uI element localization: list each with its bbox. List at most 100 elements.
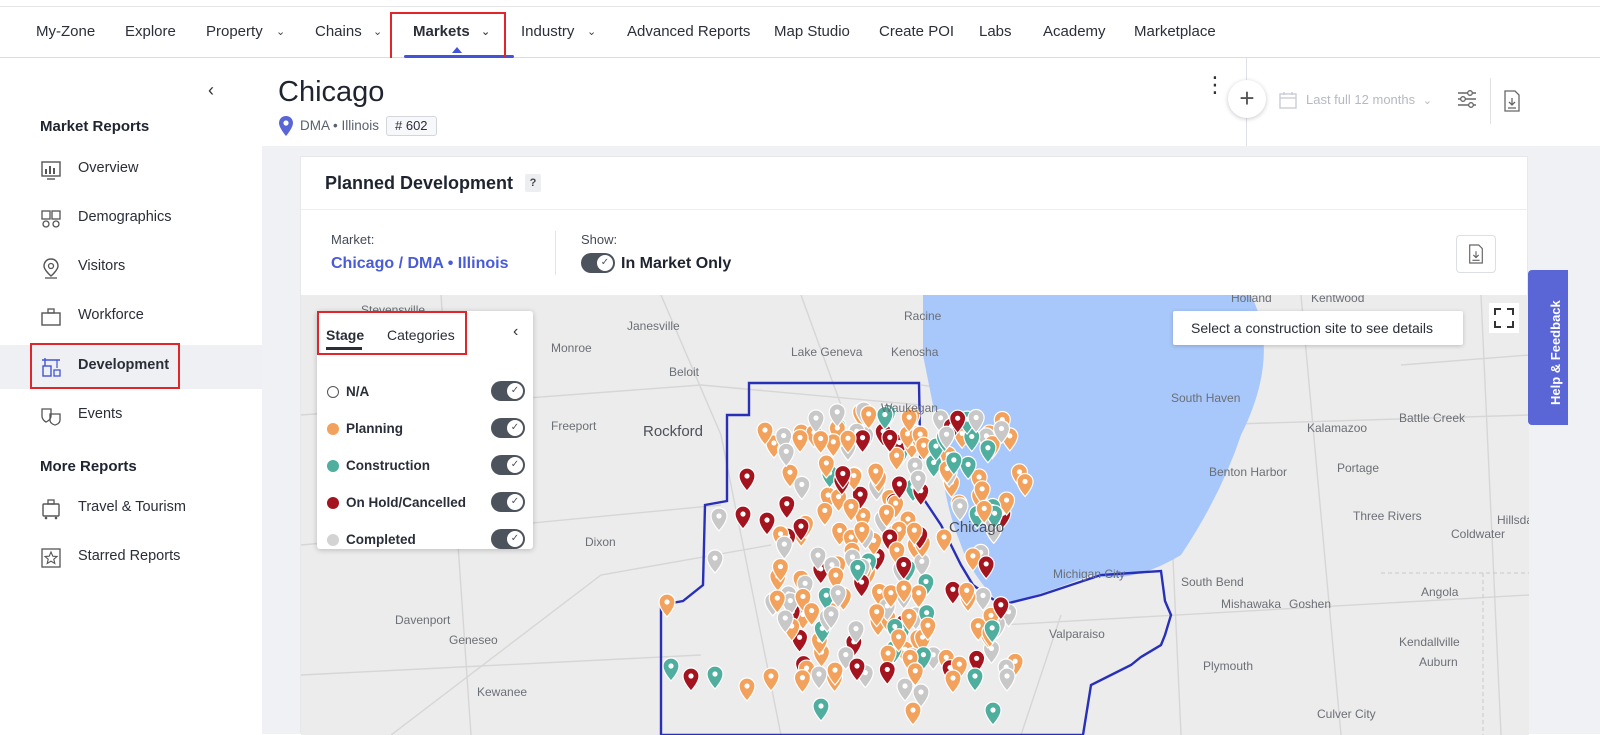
nav-label: Industry [521, 23, 575, 40]
chevron-left-icon[interactable]: ‹ [208, 80, 214, 101]
chart-icon [41, 161, 61, 180]
map-label: Three Rivers [1353, 509, 1422, 523]
chevron-down-icon: ⌄ [1422, 95, 1432, 107]
construction-site-pin[interactable] [944, 669, 962, 694]
check-icon: ✓ [507, 531, 523, 547]
construction-site-pin[interactable] [966, 667, 984, 692]
chevron-down-icon[interactable]: ⌄ [276, 7, 285, 57]
add-button[interactable]: + [1228, 80, 1266, 118]
construction-site-pin[interactable] [738, 677, 756, 702]
map-label: South Haven [1171, 391, 1241, 405]
sidebar-item-label: Starred Reports [78, 548, 181, 564]
construction-site-pin[interactable] [738, 467, 756, 492]
luggage-icon [42, 499, 60, 520]
page-title: Chicago [278, 76, 385, 108]
construction-site-pin[interactable] [904, 701, 922, 726]
chevron-down-icon[interactable]: ⌄ [373, 7, 382, 57]
construction-site-pin[interactable] [979, 439, 997, 464]
download-icon[interactable] [1502, 90, 1522, 112]
completed-toggle[interactable]: ✓ [491, 529, 525, 549]
market-label: Market: [331, 232, 375, 247]
date-range-select[interactable]: Last full 12 months ⌄ [1306, 92, 1432, 107]
nav-my-zone[interactable]: My-Zone [36, 7, 95, 57]
construction-site-pin[interactable] [710, 507, 728, 532]
construction-site-pin[interactable] [974, 586, 992, 612]
sidebar-item-visitors[interactable]: Visitors [0, 246, 262, 290]
nav-marketplace[interactable]: Marketplace [1134, 7, 1216, 57]
map-label: South Bend [1181, 575, 1244, 589]
help-feedback-tab[interactable]: Help & Feedback [1528, 270, 1568, 425]
show-label: Show: [581, 232, 618, 247]
construction-site-pin[interactable] [951, 497, 969, 522]
construction-site-pin[interactable] [658, 593, 676, 618]
construction-site-pin[interactable] [775, 535, 793, 561]
development-map[interactable]: Holland Kentwood Janesville Racine Monro… [301, 295, 1529, 735]
market-subtitle: DMA • Illinois [300, 118, 379, 133]
map-label: Benton Harbor [1209, 465, 1288, 479]
na-toggle[interactable]: ✓ [491, 381, 525, 401]
nav-labs[interactable]: Labs [979, 7, 1012, 57]
sidebar: ‹ Market Reports Overview Demographics V… [0, 58, 262, 734]
construction-site-pin[interactable] [816, 501, 834, 527]
sidebar-item-label: Travel & Tourism [78, 499, 186, 515]
sidebar-item-events[interactable]: Events [0, 394, 262, 438]
nav-explore[interactable]: Explore [125, 7, 176, 57]
fullscreen-icon[interactable] [1489, 303, 1519, 333]
construction-site-pin[interactable] [762, 667, 780, 692]
sidebar-item-workforce[interactable]: Workforce [0, 295, 262, 339]
construction-site-pin[interactable] [977, 555, 995, 580]
construction-site-pin[interactable] [810, 665, 828, 690]
site-details-hint: Select a construction site to see detail… [1173, 311, 1463, 345]
construction-site-pin[interactable] [812, 697, 830, 722]
on-hold-toggle[interactable]: ✓ [491, 492, 525, 512]
construction-site-pin[interactable] [984, 701, 1002, 726]
sidebar-item-label: Overview [78, 160, 139, 176]
nav-academy[interactable]: Academy [1043, 7, 1106, 57]
construction-site-pin[interactable] [793, 669, 812, 694]
construction-site-pin[interactable] [706, 549, 724, 574]
map-label: Beloit [669, 365, 700, 379]
chevron-left-icon[interactable]: ‹ [513, 323, 518, 341]
construction-site-pin[interactable] [998, 667, 1016, 692]
construction-site-pin[interactable] [662, 657, 680, 682]
chevron-down-icon[interactable]: ⌄ [587, 7, 596, 57]
filter-sliders-icon[interactable] [1456, 88, 1478, 110]
construction-site-pin[interactable] [793, 475, 811, 501]
construction-toggle[interactable]: ✓ [491, 455, 525, 475]
nav-label: Advanced Reports [627, 23, 751, 40]
report-header: Chicago DMA • Illinois # 602 ⋮ + Last fu… [262, 58, 1600, 146]
construction-site-pin[interactable] [706, 665, 724, 690]
construction-site-pin[interactable] [910, 584, 928, 609]
in-market-only-toggle[interactable]: ✓ [581, 253, 615, 273]
construction-site-pin[interactable] [734, 505, 752, 530]
construction-site-pin[interactable] [812, 429, 830, 455]
sidebar-item-overview[interactable]: Overview [0, 148, 262, 192]
sidebar-item-starred-reports[interactable]: Starred Reports [0, 536, 262, 580]
construction-site-pin[interactable] [878, 660, 896, 686]
market-selector[interactable]: Chicago / DMA • Illinois [331, 255, 508, 273]
construction-site-pin[interactable] [682, 667, 700, 692]
calendar-icon [1279, 92, 1297, 109]
construction-site-pin[interactable] [896, 677, 914, 702]
nav-property[interactable]: Property ⌄ [206, 7, 285, 57]
nav-industry[interactable]: Industry ⌄ [521, 7, 596, 57]
card-download-button[interactable] [1456, 235, 1496, 273]
masks-icon [41, 408, 61, 426]
nav-advanced-reports[interactable]: Advanced Reports [627, 7, 750, 57]
map-label: Chicago [949, 519, 1005, 536]
legend-label: Construction [346, 458, 430, 473]
sidebar-item-demographics[interactable]: Demographics [0, 197, 262, 241]
planning-toggle[interactable]: ✓ [491, 418, 525, 438]
nav-chains[interactable]: Chains ⌄ [315, 7, 382, 57]
nav-create-poi[interactable]: Create POI [879, 7, 954, 57]
nav-map-studio[interactable]: Map Studio [774, 7, 850, 57]
main-content: Chicago DMA • Illinois # 602 ⋮ + Last fu… [262, 58, 1600, 735]
more-options-icon[interactable]: ⋮ [1204, 74, 1226, 96]
help-icon[interactable]: ? [525, 174, 541, 192]
construction-site-pin[interactable] [777, 442, 795, 468]
construction-site-pin[interactable] [1016, 472, 1034, 498]
sidebar-item-travel-tourism[interactable]: Travel & Tourism [0, 487, 262, 531]
construction-site-pin[interactable] [853, 429, 872, 454]
construction-site-pin[interactable] [778, 495, 796, 520]
location-pin-icon [279, 116, 293, 136]
